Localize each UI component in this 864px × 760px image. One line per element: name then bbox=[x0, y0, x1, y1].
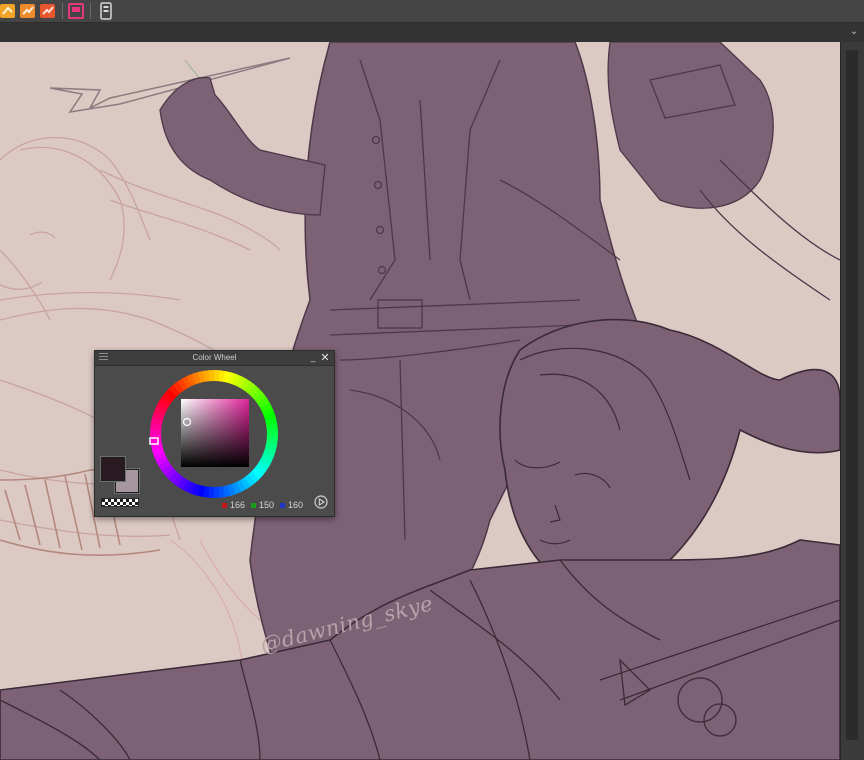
transparent-color-swatch[interactable] bbox=[101, 498, 139, 507]
hue-ring[interactable] bbox=[147, 367, 281, 501]
layer-tool-icon[interactable] bbox=[0, 2, 18, 20]
secondary-bar: ⌄ bbox=[0, 23, 864, 42]
flag-tool-icon[interactable] bbox=[68, 2, 86, 20]
chevron-down-icon[interactable]: ⌄ bbox=[848, 25, 860, 39]
scrollbar-thumb[interactable] bbox=[846, 50, 858, 740]
red-channel-icon bbox=[222, 503, 227, 508]
toolbar-separator bbox=[62, 3, 63, 19]
minimize-button[interactable]: _ bbox=[308, 351, 318, 365]
top-toolbar bbox=[0, 0, 864, 23]
green-channel-icon bbox=[251, 503, 256, 508]
green-value[interactable]: 150 bbox=[259, 499, 274, 511]
panel-titlebar[interactable]: Color Wheel _ ✕ bbox=[95, 351, 334, 366]
foreground-color-swatch[interactable] bbox=[101, 457, 125, 481]
color-wheel-panel: Color Wheel _ ✕ 166 150 160 bbox=[94, 350, 335, 517]
clip-tool-icon[interactable] bbox=[40, 2, 58, 20]
toolbar-separator bbox=[90, 3, 91, 19]
panel-title: Color Wheel bbox=[192, 353, 237, 362]
edit-tool-icon[interactable] bbox=[20, 2, 38, 20]
close-button[interactable]: ✕ bbox=[320, 351, 330, 365]
red-value[interactable]: 166 bbox=[230, 499, 245, 511]
color-mode-play-icon[interactable] bbox=[314, 495, 328, 509]
device-icon[interactable] bbox=[98, 2, 116, 20]
vertical-scrollbar[interactable] bbox=[840, 42, 864, 760]
blue-value[interactable]: 160 bbox=[288, 499, 303, 511]
blue-channel-icon bbox=[280, 503, 285, 508]
saturation-value-square[interactable] bbox=[181, 399, 249, 467]
